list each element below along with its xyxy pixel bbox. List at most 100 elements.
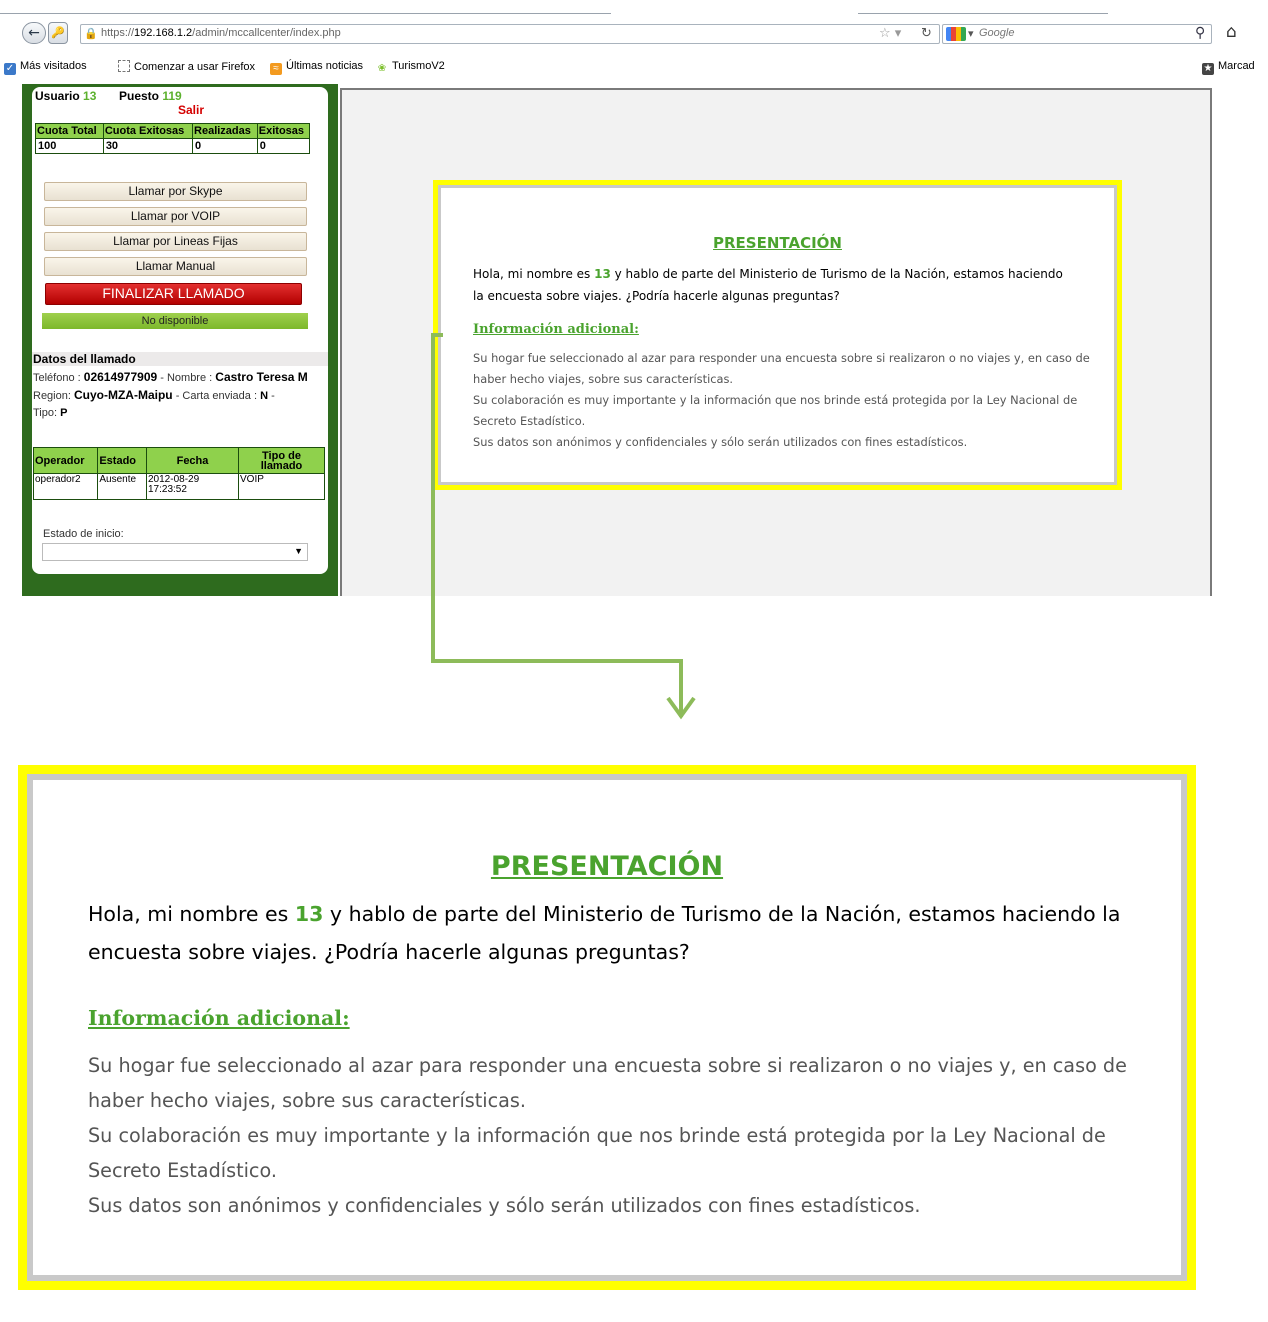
- quota-value: 0: [192, 138, 258, 154]
- intro-text: Hola, mi nombre es: [88, 902, 295, 926]
- info-line: Sus datos son anónimos y confidenciales …: [473, 435, 968, 449]
- chevron-down-icon: ▼: [294, 546, 303, 556]
- bookmark-comenzar[interactable]: Comenzar a usar Firefox: [118, 60, 255, 73]
- leaf-icon: ❀: [377, 63, 387, 74]
- intro-number: 13: [294, 902, 324, 926]
- search-icon[interactable]: ⚲: [1195, 25, 1205, 41]
- call-history-header: Estado: [97, 447, 147, 474]
- additional-info-heading: Información adicional:: [473, 322, 639, 337]
- agent-panel: Usuario 13 Puesto 119 Salir Cuota Total …: [22, 84, 338, 596]
- separator: -: [271, 390, 275, 402]
- usuario-label: Usuario: [35, 89, 80, 103]
- call-history-table: Operador Estado Fecha Tipo de llamado op…: [32, 447, 325, 500]
- window-edge: [858, 13, 1108, 14]
- browser-navbar: ← 🔑 🔒 https://192.168.1.2/admin/mccallce…: [0, 0, 1268, 56]
- name-value: Castro Teresa M: [215, 370, 308, 384]
- usuario-value: 13: [83, 89, 97, 103]
- presentation-title: PRESENTACIÓN: [490, 851, 724, 882]
- agent-card: Usuario 13 Puesto 119 Salir Cuota Total …: [32, 87, 328, 574]
- lock-icon: 🔒: [84, 27, 98, 40]
- call-history-header: Tipo de llamado: [238, 447, 325, 474]
- bookmark-star-icon[interactable]: ☆ ▾: [879, 26, 901, 41]
- google-logo-icon[interactable]: [946, 27, 966, 41]
- quota-header: Realizadas: [192, 123, 258, 139]
- additional-info-heading: Información adicional:: [88, 1006, 350, 1030]
- call-data-heading: Datos del llamado: [32, 352, 328, 366]
- presentation-zoom-highlight: PRESENTACIÓN Hola, mi nombre es 13 y hab…: [18, 765, 1196, 1290]
- quota-table: Cuota Total Cuota Exitosas Realizadas Ex…: [35, 123, 311, 154]
- initial-state-label: Estado de inicio:: [43, 528, 124, 540]
- home-icon[interactable]: ⌂: [1226, 22, 1237, 42]
- region-value: Cuyo-MZA-Maipu: [73, 388, 173, 402]
- phone-label: Teléfono :: [33, 372, 81, 384]
- info-line: Su hogar fue seleccionado al azar para r…: [473, 351, 1090, 386]
- info-line: Su hogar fue seleccionado al azar para r…: [88, 1054, 1127, 1112]
- call-data: Teléfono : 02614977909 - Nombre : Castro…: [33, 369, 318, 422]
- puesto-label: Puesto: [119, 89, 160, 103]
- region-label: Region:: [33, 390, 71, 402]
- presentation-highlight: PRESENTACIÓN Hola, mi nombre es 13 y hab…: [433, 180, 1122, 490]
- identity-icon[interactable]: 🔑: [48, 22, 68, 44]
- info-line: Sus datos son anónimos y confidenciales …: [88, 1194, 921, 1217]
- url-bar[interactable]: 🔒 https://192.168.1.2/admin/mccallcenter…: [80, 24, 940, 44]
- initial-state-select[interactable]: ▼: [42, 543, 308, 561]
- availability-status[interactable]: No disponible: [42, 313, 308, 329]
- call-history-header: Fecha: [146, 447, 239, 474]
- end-call-button[interactable]: FINALIZAR LLAMADO: [45, 283, 302, 305]
- bookmarks-toolbar: ✓ Más visitados Comenzar a usar Firefox ≈…: [0, 56, 1268, 78]
- info-line: Su colaboración es muy importante y la i…: [473, 393, 1078, 428]
- call-skype-button[interactable]: Llamar por Skype: [44, 182, 307, 201]
- call-history-header: Operador: [32, 447, 99, 474]
- additional-info-text: Su hogar fue seleccionado al azar para r…: [88, 1048, 1148, 1223]
- bookmarks-menu[interactable]: ★ Marcad: [1202, 60, 1255, 75]
- quota-value: 0: [256, 138, 311, 154]
- quota-header: Cuota Exitosas: [102, 123, 194, 139]
- bookmark-label: TurismoV2: [392, 60, 445, 72]
- presentation-box: PRESENTACIÓN Hola, mi nombre es 13 y hab…: [438, 185, 1117, 485]
- quota-value: 30: [102, 138, 194, 154]
- engine-dropdown-icon[interactable]: ▾: [968, 27, 974, 40]
- presentation-zoom-box: PRESENTACIÓN Hola, mi nombre es 13 y hab…: [27, 774, 1187, 1281]
- logout-link[interactable]: Salir: [178, 103, 204, 117]
- type-value: P: [60, 407, 68, 419]
- letter-label: - Carta enviada :: [175, 390, 258, 402]
- puesto-value: 119: [162, 89, 182, 103]
- bookmarks-menu-icon: ★: [1202, 63, 1214, 75]
- call-type-cell: VOIP: [238, 473, 325, 500]
- puesto-info: Puesto 119: [119, 89, 182, 103]
- connector-line: [431, 333, 443, 337]
- user-info: Usuario 13 Puesto 119: [35, 89, 182, 103]
- connector-line: [431, 333, 435, 663]
- bookmark-turismov2[interactable]: ❀ TurismoV2: [376, 60, 445, 75]
- quota-header: Exitosas: [256, 123, 311, 139]
- presentation-intro: Hola, mi nombre es 13 y hablo de parte d…: [473, 263, 1073, 307]
- back-arrow-icon[interactable]: ←: [22, 22, 46, 44]
- call-manual-button[interactable]: Llamar Manual: [44, 257, 307, 276]
- window-edge: [0, 13, 611, 14]
- bookmarks-menu-label: Marcad: [1218, 60, 1255, 72]
- type-label: Tipo:: [33, 407, 58, 419]
- search-placeholder: Google: [979, 27, 1015, 39]
- call-fixed-lines-button[interactable]: Llamar por Lineas Fijas: [44, 232, 307, 251]
- reload-icon[interactable]: ↻: [921, 26, 932, 41]
- call-voip-button[interactable]: Llamar por VOIP: [44, 207, 307, 226]
- call-history-header-row: Operador Estado Fecha Tipo de llamado: [32, 447, 325, 474]
- letter-value: N: [260, 390, 269, 402]
- name-label: - Nombre :: [160, 372, 213, 384]
- info-line: Su colaboración es muy importante y la i…: [88, 1124, 1106, 1182]
- bookmark-ultimas-noticias[interactable]: ≈ Últimas noticias: [270, 60, 363, 75]
- quota-header: Cuota Total: [35, 123, 104, 139]
- quota-header-row: Cuota Total Cuota Exitosas Realizadas Ex…: [35, 123, 311, 139]
- bookmark-label: Comenzar a usar Firefox: [134, 61, 256, 73]
- connector-line: [431, 659, 683, 663]
- date-cell: 2012-08-29 17:23:52: [146, 473, 239, 500]
- quota-value: 100: [35, 138, 104, 154]
- rss-icon: ≈: [270, 63, 282, 75]
- quota-value-row: 100 30 0 0: [35, 138, 311, 154]
- bookmark-mas-visitados[interactable]: ✓ Más visitados: [4, 60, 87, 75]
- arrow-down-icon: [666, 696, 696, 720]
- bookmark-folder-icon: ✓: [4, 63, 16, 75]
- url-text: https://192.168.1.2/admin/mccallcenter/i…: [101, 27, 341, 39]
- intro-text: Hola, mi nombre es: [473, 267, 595, 281]
- search-bar[interactable]: ▾ Google ⚲: [942, 24, 1212, 44]
